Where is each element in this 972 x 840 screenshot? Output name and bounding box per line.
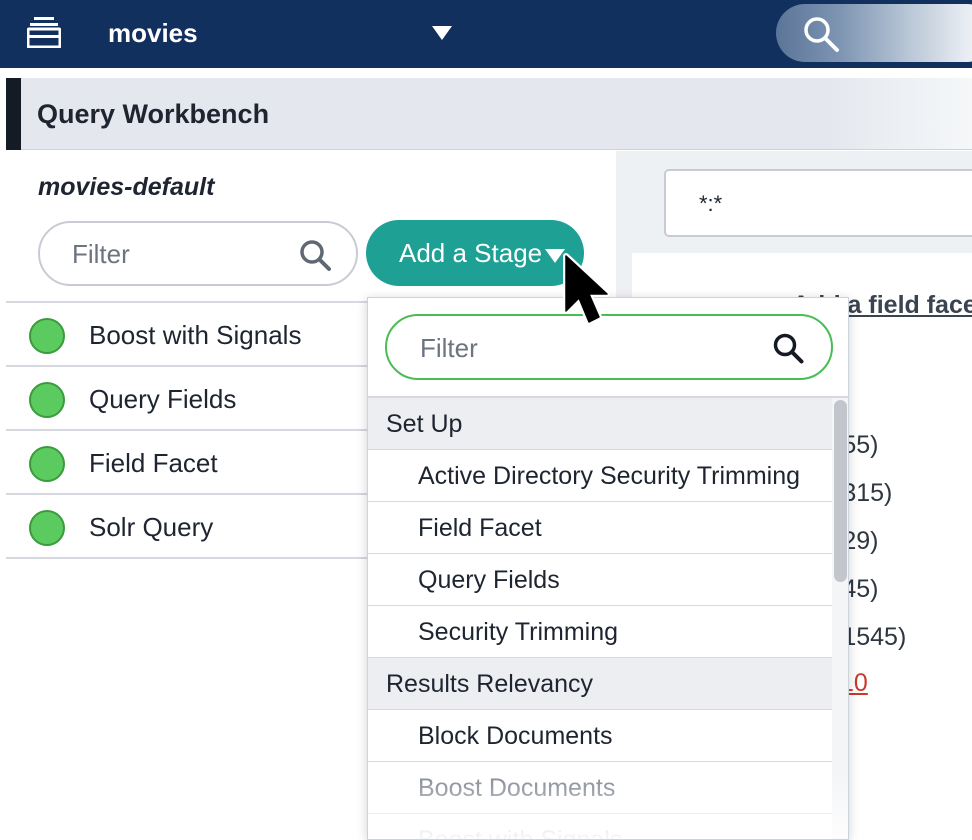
- app-name[interactable]: movies: [108, 16, 198, 50]
- menu-item-label: Boost with Signals: [418, 826, 623, 840]
- search-icon: [804, 17, 839, 52]
- stage-row-boost-with-signals[interactable]: Boost with Signals: [6, 303, 376, 367]
- stage-label: Field Facet: [89, 448, 218, 478]
- menu-item-active-directory-security-trimming[interactable]: Active Directory Security Trimming: [368, 450, 832, 502]
- search-icon: [773, 333, 804, 364]
- scrollbar-thumb[interactable]: [834, 400, 847, 582]
- stage-type-list: Set Up Active Directory Security Trimmin…: [368, 398, 832, 840]
- stage-row-query-fields[interactable]: Query Fields: [6, 367, 376, 431]
- dropdown-filter-placeholder: Filter: [420, 333, 478, 363]
- workbench-header: Query Workbench: [6, 78, 972, 150]
- menu-item-security-trimming[interactable]: Security Trimming: [368, 606, 832, 658]
- stage-row-solr-query[interactable]: Solr Query: [6, 495, 376, 559]
- group-header-results-relevancy: Results Relevancy: [368, 658, 832, 710]
- status-dot: [29, 318, 65, 354]
- page-title: Query Workbench: [37, 99, 270, 129]
- pipeline-name: movies-default: [38, 173, 215, 201]
- group-label: Results Relevancy: [386, 670, 594, 698]
- stage-label: Boost with Signals: [89, 320, 302, 350]
- group-header-set-up: Set Up: [368, 398, 832, 450]
- menu-item-field-facet[interactable]: Field Facet: [368, 502, 832, 554]
- mouse-pointer-icon: [562, 253, 612, 329]
- menu-item-block-documents[interactable]: Block Documents: [368, 710, 832, 762]
- top-bar: movies: [0, 0, 972, 68]
- stage-filter-placeholder: Filter: [72, 239, 130, 269]
- status-dot: [29, 510, 65, 546]
- header-accent-bar: [6, 78, 21, 150]
- query-value: *:*: [699, 191, 723, 216]
- search-icon: [300, 240, 331, 271]
- menu-item-label: Active Directory Security Trimming: [418, 462, 801, 490]
- menu-item-label: Query Fields: [418, 566, 560, 594]
- stage-row-field-facet[interactable]: Field Facet: [6, 431, 376, 495]
- status-dot: [29, 382, 65, 418]
- menu-item-label: Block Documents: [418, 722, 613, 750]
- stage-filter-input[interactable]: Filter: [38, 221, 358, 286]
- caret-down-icon[interactable]: [431, 24, 453, 42]
- menu-item-label: Security Trimming: [418, 618, 619, 646]
- menu-item-query-fields[interactable]: Query Fields: [368, 554, 832, 606]
- add-stage-button[interactable]: Add a Stage: [366, 220, 584, 286]
- stage-label: Query Fields: [89, 384, 237, 414]
- menu-item-label: Field Facet: [418, 514, 542, 542]
- global-search-button[interactable]: [776, 4, 972, 62]
- query-input[interactable]: *:*: [664, 169, 972, 237]
- add-stage-dropdown: Filter Set Up Active Directory Security …: [367, 297, 849, 840]
- dropdown-scrollbar[interactable]: [832, 398, 848, 839]
- menu-item-boost-with-signals[interactable]: Boost with Signals: [368, 814, 832, 840]
- stage-list: Boost with Signals Query Fields Field Fa…: [6, 303, 376, 559]
- group-label: Set Up: [386, 410, 463, 438]
- stacked-layers-icon[interactable]: [27, 16, 61, 48]
- menu-item-boost-documents[interactable]: Boost Documents: [368, 762, 832, 814]
- add-stage-label: Add a Stage: [399, 238, 543, 268]
- menu-item-label: Boost Documents: [418, 774, 616, 802]
- status-dot: [29, 446, 65, 482]
- stage-label: Solr Query: [89, 512, 214, 542]
